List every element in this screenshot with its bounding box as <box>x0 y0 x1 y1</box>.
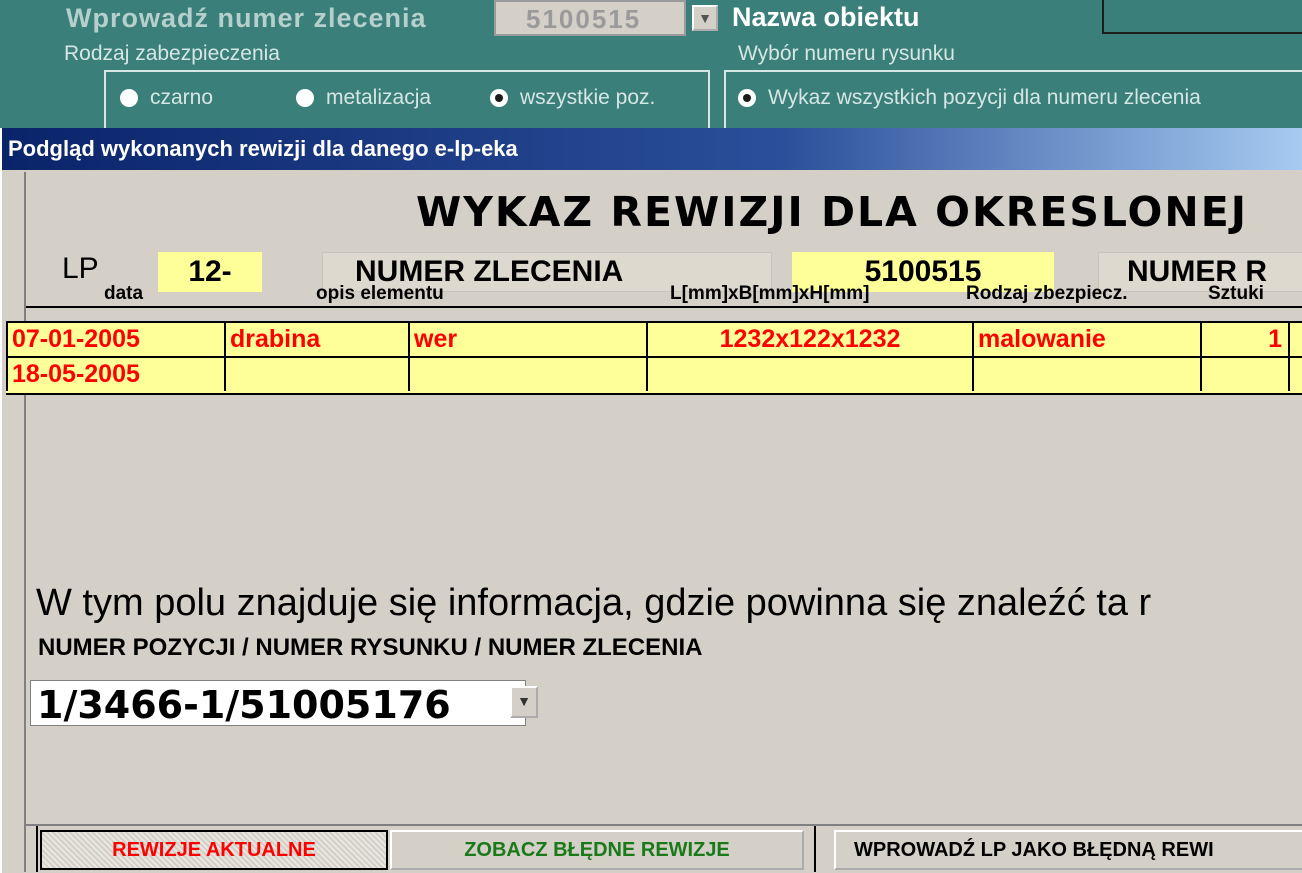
column-header-protection: Rodzaj zbezpiecz. <box>966 283 1128 304</box>
radio-czarno-label: czarno <box>150 86 214 109</box>
table-row[interactable]: 07-01-2005 drabina wer 1232x122x1232 mal… <box>6 321 1302 358</box>
window-content: WYKAZ REWIZJI DLA OKRESLONEJ LP 12- NUME… <box>6 172 1302 872</box>
drawing-choice-label: Wybór numeru rysunku <box>738 42 955 65</box>
radio-wszystkie[interactable]: wszystkie poz. <box>490 86 655 110</box>
order-number-dropdown-button[interactable]: ▼ <box>692 5 718 31</box>
cell-protection-type: malowanie <box>974 323 1202 356</box>
chevron-down-icon: ▼ <box>698 10 712 26</box>
radio-circle-icon <box>296 89 314 107</box>
column-header-date: data <box>104 283 144 304</box>
cell-quantity: 1 <box>1202 323 1290 356</box>
chevron-down-icon: ▼ <box>517 693 531 709</box>
window-title: Podgląd wykonanych rewizji dla danego e-… <box>8 136 518 161</box>
mark-lp-as-wrong-revision-button[interactable]: WPROWADŹ LP JAKO BŁĘDNĄ REWI <box>834 830 1302 870</box>
order-number-label: Wprowadź numer zlecenia <box>66 3 427 33</box>
button-separator <box>36 826 38 872</box>
position-combobox-value: 1/3466-1/51005176 <box>37 683 451 727</box>
column-header-quantity: Sztuki <box>1208 283 1264 304</box>
order-number-value: 5100515 <box>526 4 642 34</box>
radio-metalizacja-label: metalizacja <box>326 86 432 109</box>
window-titlebar[interactable]: Podgląd wykonanych rewizji dla danego e-… <box>2 128 1302 170</box>
radio-metalizacja[interactable]: metalizacja <box>296 86 431 110</box>
lp-value: 12- <box>158 252 262 292</box>
cell-description: wer <box>410 323 648 356</box>
radio-all-positions[interactable]: Wykaz wszystkich pozycji dla numeru zlec… <box>738 86 1201 110</box>
radio-checked-icon <box>490 89 508 107</box>
cell-date: 07-01-2005 <box>6 323 226 356</box>
radio-wszystkie-label: wszystkie poz. <box>520 86 656 109</box>
revisions-window: Podgląd wykonanych rewizji dla danego e-… <box>0 128 1302 873</box>
column-header-dimensions: L[mm]xB[mm]xH[mm] <box>670 283 870 304</box>
table-row[interactable]: 18-05-2005 <box>6 358 1302 395</box>
cell-date: 18-05-2005 <box>6 358 226 391</box>
object-name-label: Nazwa obiektu <box>732 2 920 32</box>
cell-quantity <box>1202 358 1290 391</box>
radio-all-positions-label: Wykaz wszystkich pozycji dla numeru zlec… <box>768 86 1201 109</box>
button-bar-divider <box>26 824 1302 826</box>
table-header-divider <box>26 306 1302 308</box>
order-number-field[interactable]: 5100515 <box>494 0 686 36</box>
drawing-choice-group: Wykaz wszystkich pozycji dla numeru zlec… <box>724 70 1302 130</box>
cell-dimensions <box>648 358 974 391</box>
object-name-field[interactable] <box>1102 0 1302 34</box>
info-subtitle: NUMER POZYCJI / NUMER RYSUNKU / NUMER ZL… <box>38 634 703 661</box>
radio-circle-icon <box>120 89 138 107</box>
protection-type-label: Rodzaj zabezpieczenia <box>64 42 280 65</box>
position-combobox[interactable]: 1/3466-1/51005176 <box>30 680 526 727</box>
cell-element: drabina <box>226 323 410 356</box>
cell-element <box>226 358 410 391</box>
cell-description <box>410 358 648 391</box>
column-header-description: opis elementu <box>316 283 444 304</box>
radio-czarno[interactable]: czarno <box>120 86 213 110</box>
info-text: W tym polu znajduje się informacja, gdzi… <box>36 582 1152 624</box>
position-dropdown-button[interactable]: ▼ <box>510 686 538 718</box>
cell-protection-type <box>974 358 1202 391</box>
view-wrong-revisions-button[interactable]: ZOBACZ BŁĘDNE REWIZJE <box>390 830 804 870</box>
drawing-number-header: NUMER R <box>1098 252 1302 292</box>
radio-checked-icon <box>738 89 756 107</box>
main-heading: WYKAZ REWIZJI DLA OKRESLONEJ <box>416 188 1248 236</box>
protection-type-group: czarno metalizacja wszystkie poz. <box>104 70 710 130</box>
cell-dimensions: 1232x122x1232 <box>648 323 974 356</box>
button-separator <box>814 826 816 872</box>
current-revisions-button[interactable]: REWIZJE AKTUALNE <box>40 830 388 870</box>
lp-label: LP <box>62 252 99 285</box>
